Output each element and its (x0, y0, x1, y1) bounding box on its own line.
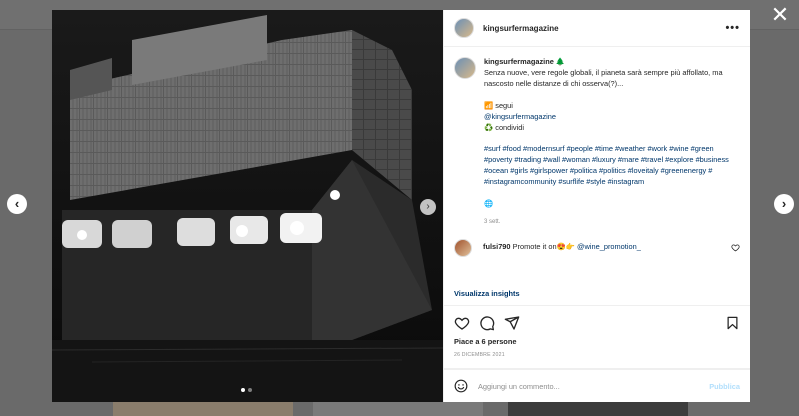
hashtags[interactable]: #surf #food #modernsurf #people #time #w… (484, 144, 729, 186)
post-actions (444, 306, 750, 335)
carousel-dot (248, 388, 252, 392)
caption-text: Senza nuove, vere regole globali, il pia… (484, 67, 723, 88)
caption-username[interactable]: kingsurfermagazine (484, 57, 554, 66)
comment-text: fulsi790 Promote it on😍👉 @wine_promotion… (483, 242, 723, 251)
smiley-icon[interactable] (454, 379, 468, 393)
caption: kingsurfermagazine 🌲 Senza nuove, vere r… (454, 57, 740, 228)
add-comment-bar: Pubblica (444, 369, 750, 402)
comment-input[interactable] (478, 381, 710, 391)
comment-like-icon[interactable] (731, 243, 740, 252)
mention-link[interactable]: @kingsurfermagazine (484, 112, 556, 121)
paper-plane-icon[interactable] (504, 315, 520, 331)
post-author-username[interactable]: kingsurfermagazine (483, 24, 559, 33)
follow-line: 📶 segui (484, 100, 513, 110)
container-ship-photo (52, 10, 443, 402)
share-line: ♻️ condividi (484, 122, 525, 132)
tree-emoji: 🌲 (555, 57, 566, 66)
post-modal: › kingsurfermagazine ••• kingsurfermagaz… (52, 10, 750, 402)
carousel-indicator (241, 388, 252, 392)
comment-username[interactable]: fulsi790 (483, 242, 511, 251)
caption-time-ago: 3 sett. (484, 218, 501, 225)
post-header: kingsurfermagazine ••• (444, 10, 750, 47)
carousel-next-icon[interactable]: › (420, 199, 436, 215)
caption-body: kingsurfermagazine 🌲 Senza nuove, vere r… (484, 57, 738, 228)
post-sidebar: kingsurfermagazine ••• kingsurfermagazin… (443, 10, 750, 402)
close-icon[interactable]: ✕ (769, 4, 791, 26)
publish-button[interactable]: Pubblica (709, 382, 740, 391)
more-options-icon[interactable]: ••• (725, 22, 740, 34)
carousel-dot-active (241, 388, 245, 392)
avatar[interactable] (454, 238, 472, 257)
comment-mention[interactable]: @wine_promotion_ (577, 242, 641, 251)
view-insights-link[interactable]: Visualizza insights (444, 281, 750, 306)
bookmark-icon[interactable] (725, 315, 740, 331)
chevron-left-icon[interactable]: ‹ (7, 194, 27, 214)
comment-body: Promote it on😍👉 (512, 241, 575, 251)
post-date: 26 DICEMBRE 2021 (444, 346, 750, 369)
likes-count[interactable]: Piace a 6 persone (444, 335, 750, 346)
comments-section: kingsurfermagazine 🌲 Senza nuove, vere r… (444, 47, 750, 281)
comment-item: fulsi790 Promote it on😍👉 @wine_promotion… (454, 238, 740, 257)
post-image[interactable]: › (52, 10, 443, 402)
heart-icon[interactable] (454, 315, 470, 331)
chevron-right-icon[interactable]: › (774, 194, 794, 214)
avatar[interactable] (454, 57, 476, 79)
globe-emoji: 🌐 (484, 199, 494, 209)
avatar[interactable] (454, 18, 474, 38)
comment-icon[interactable] (479, 315, 495, 331)
